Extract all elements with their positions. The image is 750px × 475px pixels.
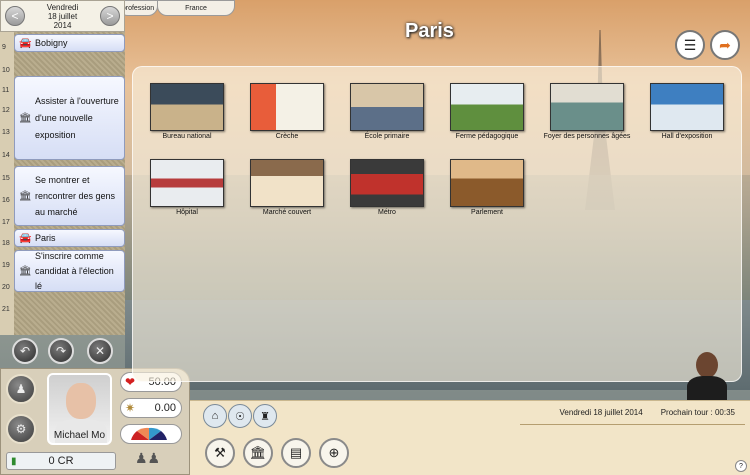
location-label: Parlement: [471, 209, 503, 216]
location-label: Métro: [378, 209, 396, 216]
location-ecole-primaire[interactable]: École primaire: [337, 83, 437, 140]
location-thumbnail: [150, 83, 224, 131]
location-label: École primaire: [364, 133, 410, 140]
help-button[interactable]: ?: [735, 460, 747, 472]
event-label: Bobigny: [35, 37, 68, 48]
location-hall-exposition[interactable]: Hall d'exposition: [637, 83, 737, 140]
location-thumbnail: [350, 83, 424, 131]
institution-icon: 🏛: [19, 190, 32, 202]
agenda-event-election[interactable]: 🏛 S'inscrire comme candidat à l'élection…: [14, 250, 125, 292]
date-navigator: < Vendredi 18 juillet 2014 >: [0, 0, 125, 32]
list-menu-button[interactable]: ☰: [675, 30, 705, 60]
date-year: 2014: [53, 20, 72, 30]
popularity-stat: ✷ 0.00: [120, 398, 182, 418]
car-icon: 🚘: [19, 37, 32, 49]
tower-icon[interactable]: ♜: [253, 404, 277, 428]
agenda-event-exposition[interactable]: 🏛 Assister à l'ouverture d'une nouvelle …: [14, 76, 125, 160]
location-thumbnail: [350, 159, 424, 207]
location-parlement[interactable]: Parlement: [437, 159, 537, 216]
event-label: Assister à l'ouverture d'une nouvelle ex…: [35, 95, 119, 140]
event-label: Se montrer et rencontrer des gens au mar…: [35, 175, 116, 217]
location-thumbnail: [250, 159, 324, 207]
compass-icon: ✷: [125, 401, 136, 415]
car-icon: 🚘: [19, 232, 32, 244]
gear-icon[interactable]: ⚙: [6, 414, 36, 444]
location-thumbnail: [150, 159, 224, 207]
date-day-month: 18 juillet: [47, 11, 78, 21]
banknote-icon: ▮: [11, 455, 17, 467]
location-thumbnail: [450, 159, 524, 207]
hour-label: 20: [2, 284, 10, 291]
globe-icon[interactable]: ☉: [228, 404, 252, 428]
current-date: Vendredi 18 juillet 2014: [47, 3, 79, 30]
location-label: Hôpital: [176, 209, 198, 216]
tools-icon[interactable]: ⚒: [205, 438, 235, 468]
back-button[interactable]: ➦: [710, 30, 740, 60]
hour-label: 21: [2, 306, 10, 313]
hour-label: 9: [2, 44, 6, 51]
player-name: Michael Mo: [53, 430, 106, 441]
agenda-event-marche[interactable]: 🏛 Se montrer et rencontrer des gens au m…: [14, 166, 125, 226]
location-foyer-personnes-agees[interactable]: Foyer des personnes âgées: [537, 83, 637, 140]
date-weekday: Vendredi: [46, 2, 79, 12]
add-document-icon[interactable]: ⊕: [319, 438, 349, 468]
assistant-avatar[interactable]: [683, 350, 731, 402]
money-display: ▮ 0 CR: [6, 452, 116, 470]
hour-label: 18: [2, 240, 10, 247]
status-date: Vendredi 18 juillet 2014: [559, 407, 643, 417]
location-bureau-national[interactable]: Bureau national: [137, 83, 237, 140]
next-turn-timer: Prochain tour : 00:35: [660, 407, 735, 417]
hour-label: 11: [2, 87, 10, 94]
home-icon[interactable]: ⌂: [203, 404, 227, 428]
spectrum-icon: [130, 427, 167, 440]
location-hopital[interactable]: Hôpital: [137, 159, 237, 216]
id-card-icon[interactable]: ▤: [281, 438, 311, 468]
location-label: Bureau national: [162, 133, 212, 140]
event-label: Paris: [35, 232, 56, 243]
location-creche[interactable]: Crèche: [237, 83, 337, 140]
institution-icon: 🏛: [19, 265, 32, 277]
tab-france[interactable]: France: [157, 0, 235, 16]
location-thumbnail: [450, 83, 524, 131]
location-ferme-pedagogique[interactable]: Ferme pédagogique: [437, 83, 537, 140]
location-thumbnail: [650, 83, 724, 131]
page-title: Paris: [405, 20, 454, 42]
location-label: Ferme pédagogique: [455, 133, 519, 140]
location-metro[interactable]: Métro: [337, 159, 437, 216]
undo-button[interactable]: ↶: [12, 338, 38, 364]
redo-button[interactable]: ↷: [48, 338, 74, 364]
cancel-button[interactable]: ✕: [87, 338, 113, 364]
status-bar: Vendredi 18 juillet 2014 Prochain tour :…: [520, 400, 745, 425]
previous-day-button[interactable]: <: [5, 6, 25, 26]
agenda-event-bobigny[interactable]: 🚘 Bobigny: [14, 34, 125, 52]
hour-label: 10: [2, 67, 10, 74]
hour-label: 19: [2, 262, 10, 269]
agenda-hours: 9 10 11 12 13 14 15 16 17 18 19 20 21: [0, 32, 14, 335]
hour-label: 17: [2, 219, 10, 226]
next-day-button[interactable]: >: [100, 6, 120, 26]
locations-panel: Bureau national Crèche École primaire Fe…: [132, 66, 742, 382]
party-members-icon[interactable]: ♟♟: [135, 450, 160, 467]
institution-icon: 🏛: [19, 112, 32, 124]
money-value: 0 CR: [48, 455, 74, 467]
location-marche-couvert[interactable]: Marché couvert: [237, 159, 337, 216]
hour-label: 16: [2, 197, 10, 204]
location-label: Crèche: [275, 133, 299, 140]
hour-label: 14: [2, 152, 10, 159]
popularity-value: 0.00: [154, 402, 176, 414]
location-thumbnail: [550, 83, 624, 131]
agenda-event-paris[interactable]: 🚘 Paris: [14, 229, 125, 247]
building-icon[interactable]: 🏛: [243, 438, 273, 468]
event-label: S'inscrire comme candidat à l'élection l…: [35, 250, 114, 291]
location-label: Foyer des personnes âgées: [543, 133, 631, 140]
hour-label: 12: [2, 107, 10, 114]
team-icon[interactable]: ♟: [6, 374, 36, 404]
location-label: Hall d'exposition: [661, 133, 713, 140]
location-thumbnail: [250, 83, 324, 131]
political-spectrum[interactable]: [120, 424, 182, 444]
location-label: Marché couvert: [262, 209, 312, 216]
hour-label: 13: [2, 129, 10, 136]
hour-label: 15: [2, 175, 10, 182]
